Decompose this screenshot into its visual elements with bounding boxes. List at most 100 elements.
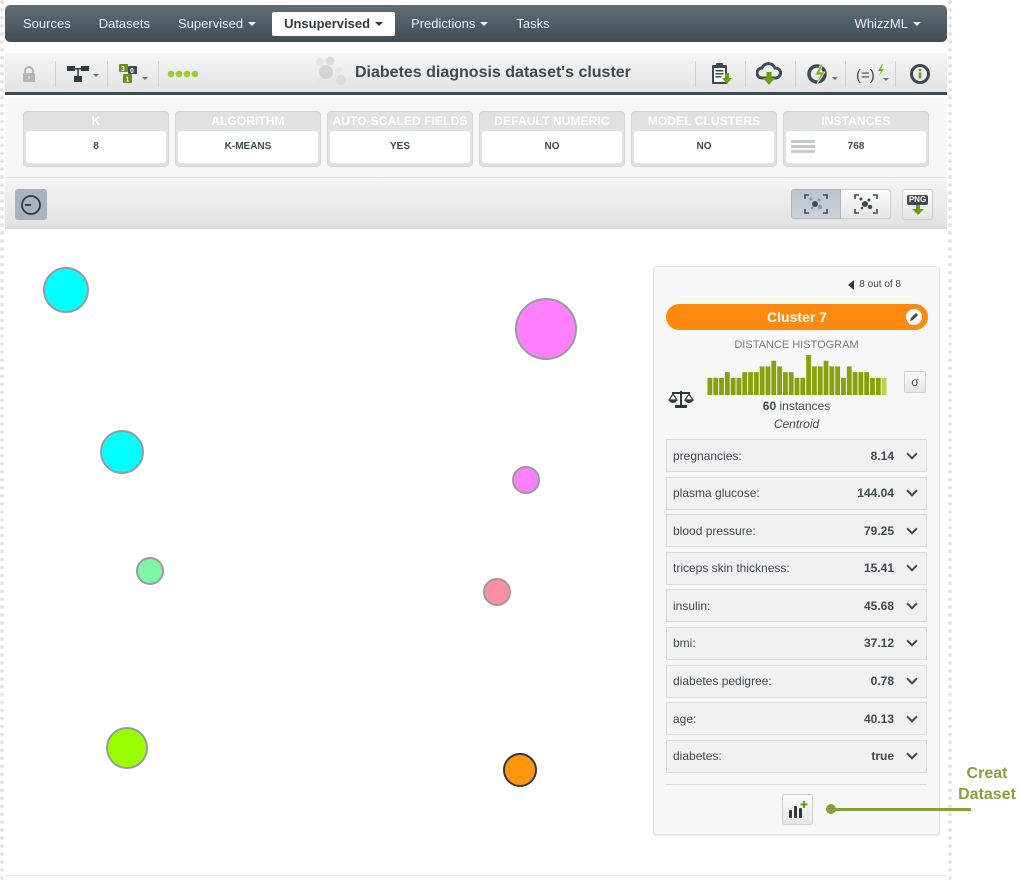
toolbar-separator [895, 61, 896, 87]
toolbar-separator [158, 61, 159, 87]
histogram-bar [759, 366, 765, 395]
export-clipboard-icon[interactable] [710, 63, 734, 85]
field-name: insulin: [673, 598, 711, 613]
chevron-down-icon[interactable] [906, 748, 918, 760]
cluster-1-bubble[interactable] [515, 298, 577, 360]
resource-toolbar: 031 Diabetes diagnosis dataset's cluster… [5, 53, 947, 95]
nav-predictions[interactable]: Predictions [399, 12, 500, 36]
toolbar-separator [795, 61, 796, 87]
stat-value: NO [634, 131, 774, 163]
stat-label: MODEL CLUSTERS [647, 114, 761, 128]
nav-tasks[interactable]: Tasks [504, 12, 561, 36]
centroid-field-row[interactable]: age: 40.13 [666, 702, 927, 736]
histogram-bar [748, 372, 753, 395]
centroid-field-row[interactable]: insulin: 45.68 [666, 589, 927, 623]
scatter-view-button[interactable] [841, 189, 891, 219]
pager-text: 8 out of 8 [859, 279, 901, 290]
status-dots-icon [167, 63, 201, 85]
chevron-down-icon[interactable] [906, 447, 918, 460]
nav-sources[interactable]: Sources [11, 12, 83, 36]
histogram-bar [835, 366, 841, 395]
model-tree-icon[interactable] [67, 63, 101, 85]
histogram-bar [841, 377, 846, 395]
chevron-down-icon[interactable] [906, 710, 918, 723]
histogram-bar [724, 372, 730, 395]
previous-arrow-icon[interactable] [848, 279, 855, 290]
nav-supervised-label: Supervised [178, 15, 244, 31]
cluster-7-bubble[interactable] [503, 753, 537, 787]
cluster-3-bubble[interactable] [512, 466, 540, 494]
view-toolbar: PNG [5, 179, 947, 229]
cluster-6-bubble[interactable] [106, 727, 148, 769]
edit-button[interactable] [906, 309, 922, 325]
nav-supervised[interactable]: Supervised [166, 12, 268, 36]
lock-icon[interactable] [22, 63, 36, 85]
chevron-down-icon[interactable] [906, 673, 918, 685]
centroid-fields: pregnancies: 8.14 plasma glucose: 144.04 blo… [666, 439, 927, 777]
chevron-down-icon[interactable] [906, 560, 918, 572]
field-value: 40.13 [863, 711, 894, 726]
instances-count: 60 [762, 399, 777, 413]
centroid-field-row[interactable]: triceps skin thickness: 15.41 [666, 551, 927, 585]
nav-datasets[interactable]: Datasets [87, 12, 162, 36]
pencil-icon [910, 313, 918, 321]
chevron-down-icon[interactable] [906, 598, 918, 610]
centroids-view-button[interactable] [791, 189, 841, 219]
create-dataset-icon [788, 800, 807, 818]
field-value: 144.04 [857, 486, 894, 501]
cluster-2-bubble[interactable] [100, 430, 144, 474]
field-counts-icon[interactable]: 031 [118, 63, 152, 85]
histogram-bar [875, 377, 881, 395]
stat-default-numeric: DEFAULT NUMERIC NO [479, 111, 625, 167]
centroid-field-row[interactable]: blood pressure: 79.25 [666, 514, 927, 548]
field-value: 37.12 [863, 636, 894, 651]
cloud-download-icon[interactable] [756, 62, 782, 85]
stat-value: YES [330, 131, 470, 163]
centroid-field-row[interactable]: diabetes: true [666, 739, 927, 773]
histogram-bar [870, 377, 875, 395]
export-png-button[interactable]: PNG [902, 189, 933, 220]
histogram-bar [777, 366, 782, 395]
histogram-bar [707, 377, 713, 395]
sigma-button[interactable]: σ [904, 371, 926, 393]
histogram-bar [846, 366, 852, 395]
info-icon[interactable] [909, 63, 931, 85]
centroid-field-row[interactable]: plasma glucose: 144.04 [666, 476, 927, 510]
scatter-view-icon [853, 194, 878, 214]
cluster-0-bubble[interactable] [43, 267, 89, 313]
toolbar-separator [695, 61, 696, 87]
toolbar-separator [845, 61, 846, 87]
view-mode-toggle [791, 189, 891, 219]
chevron-down-icon[interactable] [906, 485, 918, 497]
field-value: 8.14 [870, 448, 894, 463]
chevron-down-icon[interactable] [906, 523, 918, 535]
callout-dot [826, 804, 836, 814]
histogram-bar [719, 377, 724, 395]
svg-text:0: 0 [130, 68, 134, 75]
cluster-pager[interactable]: 8 out of 8 [848, 279, 901, 290]
callout-line1: Creat [966, 765, 1008, 782]
histogram-bar [782, 372, 788, 395]
field-value: 79.25 [863, 523, 894, 538]
centroid-label: Centroid [773, 417, 820, 431]
create-dataset-button[interactable] [782, 794, 813, 825]
stat-instances[interactable]: INSTANCES 768 [783, 111, 929, 167]
cluster-4-bubble[interactable] [136, 557, 164, 585]
field-name: triceps skin thickness: [673, 561, 790, 576]
centroid-field-row[interactable]: bmi: 37.12 [666, 626, 927, 660]
nav-whizzml[interactable]: WhizzML [843, 12, 933, 36]
chevron-down-icon[interactable] [906, 635, 918, 648]
histogram-bar [765, 366, 771, 395]
instances-summary: 60 instances [654, 399, 939, 413]
centroid-field-row[interactable]: diabetes pedigree: 0.78 [666, 664, 927, 698]
histogram-bar [829, 366, 835, 395]
script-icon[interactable]: (=) [856, 63, 890, 85]
nav-unsupervised[interactable]: Unsupervised [272, 11, 396, 36]
centroid-field-row[interactable]: pregnancies: 8.14 [666, 439, 927, 472]
cluster-5-bubble[interactable] [483, 578, 511, 606]
clock-button[interactable] [15, 189, 47, 220]
histogram-bar [864, 372, 870, 395]
list-icon [791, 140, 815, 155]
batch-centroid-icon[interactable] [806, 63, 840, 85]
stat-label: INSTANCES [821, 114, 891, 128]
